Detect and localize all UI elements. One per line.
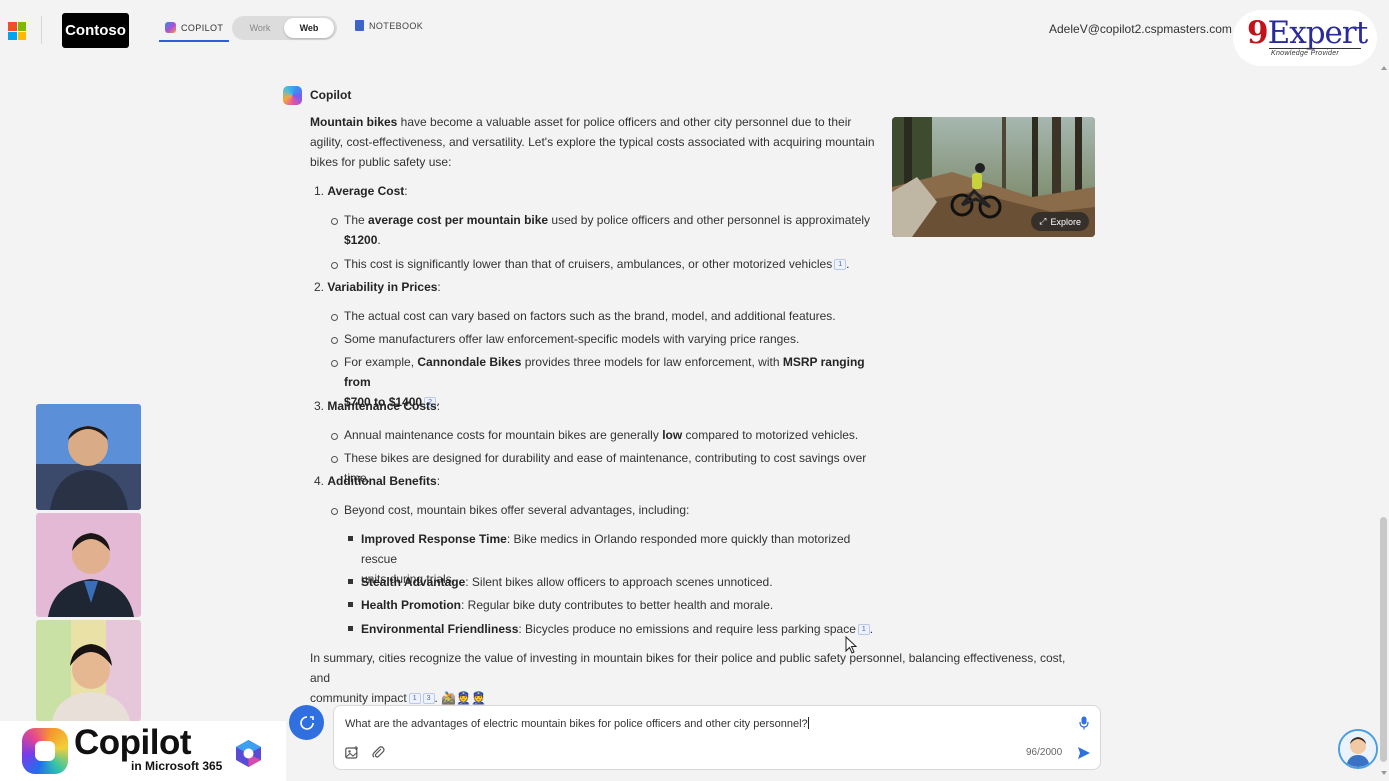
char-counter: 96/2000: [1026, 747, 1063, 758]
send-icon[interactable]: [1077, 746, 1091, 760]
branding-title: Copilot: [74, 723, 192, 762]
tab-notebook-label: NOTEBOOK: [369, 20, 424, 31]
paperclip-icon[interactable]: [371, 745, 385, 759]
tab-copilot-label: COPILOT: [181, 22, 224, 33]
watermark-title: 9Expert: [1247, 15, 1368, 51]
brand-watermark: 9Expert Knowledge Provider: [1233, 10, 1377, 66]
section-average-cost: 1. Average Cost:: [314, 184, 408, 198]
microsoft-logo[interactable]: [8, 22, 26, 40]
citation-badge[interactable]: 1: [408, 693, 421, 704]
mountain-bike-image[interactable]: ⤢ Explore: [892, 117, 1095, 237]
brand-logo[interactable]: Contoso: [62, 13, 129, 48]
new-topic-icon: [299, 715, 314, 730]
response-sender: Copilot: [310, 88, 352, 102]
copilot-m365-branding: Copilot in Microsoft 365: [0, 721, 286, 781]
tab-notebook[interactable]: NOTEBOOK: [355, 20, 423, 31]
copilot-icon: [165, 22, 176, 33]
list-item: Some manufacturers offer law enforcement…: [331, 329, 884, 349]
participant-video: [36, 513, 141, 617]
work-web-toggle[interactable]: Work Web: [232, 16, 337, 40]
emoji: 🚵👮👮: [441, 691, 487, 705]
citation-badge[interactable]: 3: [422, 693, 435, 704]
chat-input-field[interactable]: What are the advantages of electric moun…: [345, 717, 809, 730]
divider: [41, 16, 42, 44]
participant-video: [36, 620, 141, 721]
list-item: Stealth Advantage: Silent bikes allow of…: [348, 572, 881, 592]
mouse-cursor-icon: [845, 636, 857, 654]
list-item: The average cost per mountain bike used …: [331, 210, 874, 250]
user-email[interactable]: AdeleV@copilot2.cspmasters.com: [1049, 22, 1232, 36]
watermark-underline: [1269, 48, 1361, 49]
response-intro: Mountain bikes have become a valuable as…: [310, 115, 875, 169]
toggle-web[interactable]: Web: [284, 18, 334, 38]
mic-icon[interactable]: [1079, 716, 1089, 730]
section-maintenance: 3. Maintenance Costs:: [314, 399, 441, 413]
explore-label: Explore: [1050, 216, 1081, 227]
toggle-work[interactable]: Work: [235, 18, 285, 38]
scrollbar[interactable]: [1378, 62, 1389, 781]
section-benefits: 4. Additional Benefits:: [314, 474, 441, 488]
wand-icon: ⤢: [1039, 216, 1047, 226]
avatar-illustration: [1340, 731, 1376, 767]
branding-subtitle: in Microsoft 365: [131, 759, 223, 773]
citation-badge[interactable]: 1: [857, 624, 870, 635]
list-item: Beyond cost, mountain bikes offer severa…: [331, 500, 884, 520]
scroll-up-icon[interactable]: [1381, 66, 1387, 70]
tab-copilot[interactable]: COPILOT: [159, 15, 230, 42]
section-variability: 2. Variability in Prices:: [314, 280, 441, 294]
participant-video: [36, 404, 141, 510]
m365-logo-icon: [236, 740, 261, 767]
user-avatar[interactable]: [1338, 729, 1378, 769]
watermark-subtitle: Knowledge Provider: [1271, 50, 1340, 57]
citation-badge[interactable]: 1: [834, 259, 847, 270]
scroll-down-icon[interactable]: [1381, 771, 1387, 775]
list-item: Health Promotion: Regular bike duty cont…: [348, 595, 881, 615]
image-icon[interactable]: [345, 746, 359, 759]
scroll-thumb[interactable]: [1380, 517, 1387, 762]
list-item: The actual cost can vary based on factor…: [331, 306, 884, 326]
chat-input-box[interactable]: What are the advantages of electric moun…: [333, 705, 1101, 770]
notebook-icon: [355, 20, 364, 31]
list-item: This cost is significantly lower than th…: [331, 254, 884, 274]
list-item: Annual maintenance costs for mountain bi…: [331, 425, 884, 445]
list-item: Environmental Friendliness: Bicycles pro…: [348, 619, 881, 639]
response-summary: In summary, cities recognize the value o…: [310, 651, 1066, 705]
top-bar: Contoso COPILOT Work Web NOTEBOOK AdeleV…: [0, 0, 1389, 66]
copilot-logo-icon: [22, 728, 68, 774]
copilot-avatar-icon: [283, 86, 302, 105]
new-topic-button[interactable]: [289, 705, 324, 740]
explore-button[interactable]: ⤢ Explore: [1031, 212, 1089, 231]
